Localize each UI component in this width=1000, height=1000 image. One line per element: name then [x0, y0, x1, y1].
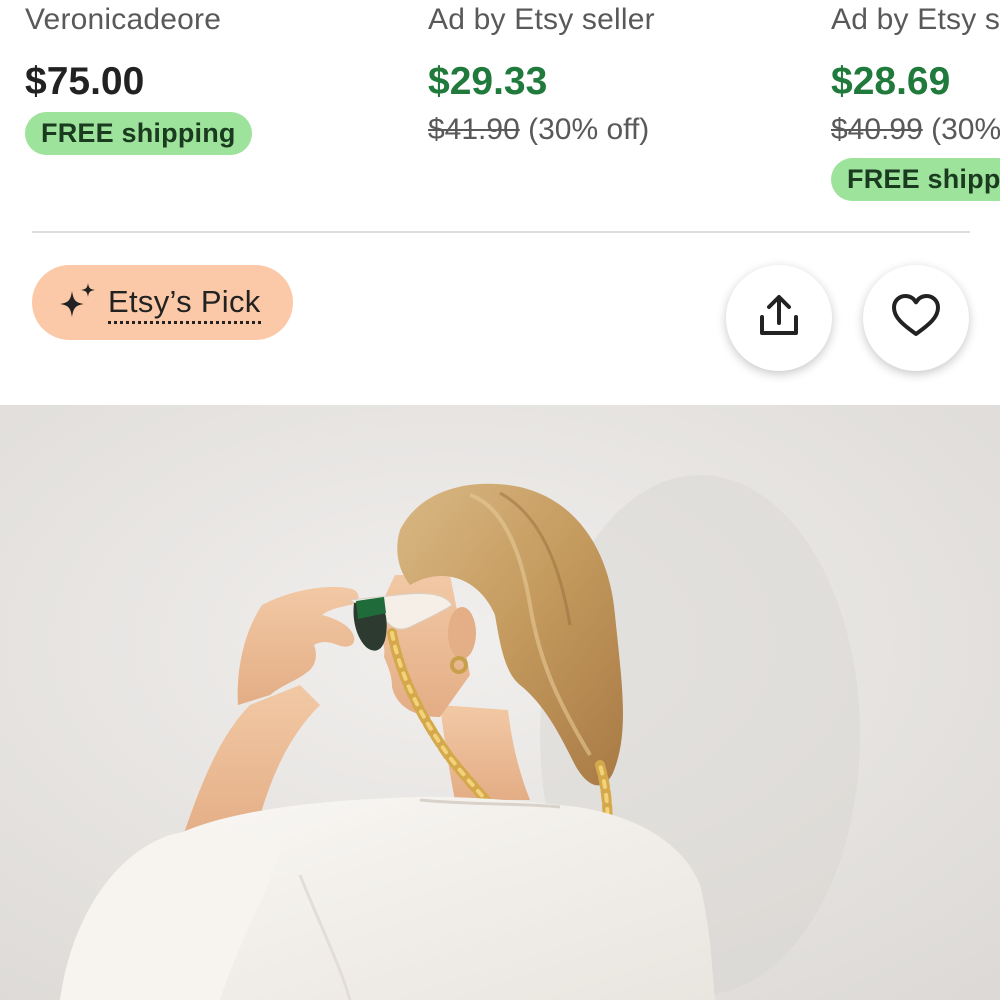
ad-label: Ad by Etsy seller	[831, 3, 1000, 36]
etsys-pick-label: Etsy’s Pick	[108, 285, 261, 324]
listing-price: $75.00	[25, 60, 145, 103]
discount-label: (30% off)	[528, 113, 650, 146]
discount-label: (30% off)	[931, 113, 1000, 146]
share-button[interactable]	[726, 265, 832, 371]
sale-price: $28.69	[831, 60, 951, 103]
product-photo[interactable]	[0, 405, 1000, 1000]
listing-page: Veronicadeore $75.00 FREE shipping Ad by…	[0, 0, 1000, 1000]
original-price-line: $41.90 (30% off)	[428, 112, 649, 148]
original-price: $40.99	[831, 113, 923, 146]
heart-icon	[890, 290, 942, 347]
product-photo-illustration	[0, 405, 1000, 1000]
section-divider	[32, 231, 970, 233]
free-shipping-badge: FREE shipping	[831, 158, 1000, 201]
original-price-line: $40.99 (30% off)	[831, 112, 1000, 148]
seller-name: Veronicadeore	[25, 3, 222, 36]
related-listings-row: Veronicadeore $75.00 FREE shipping Ad by…	[0, 0, 1000, 215]
sale-price: $29.33	[428, 60, 548, 103]
original-price: $41.90	[428, 113, 520, 146]
listing-card[interactable]: Ad by Etsy seller $29.33 $41.90 (30% off…	[428, 0, 808, 215]
share-icon	[756, 293, 802, 344]
favorite-button[interactable]	[863, 265, 969, 371]
etsys-pick-badge[interactable]: Etsy’s Pick	[32, 265, 293, 340]
sparkle-icon	[56, 281, 100, 325]
listing-card[interactable]: Veronicadeore $75.00 FREE shipping	[25, 0, 405, 215]
ad-label: Ad by Etsy seller	[428, 3, 655, 36]
free-shipping-badge: FREE shipping	[25, 112, 252, 155]
listing-card[interactable]: Ad by Etsy seller $28.69 $40.99 (30% off…	[831, 0, 1000, 215]
